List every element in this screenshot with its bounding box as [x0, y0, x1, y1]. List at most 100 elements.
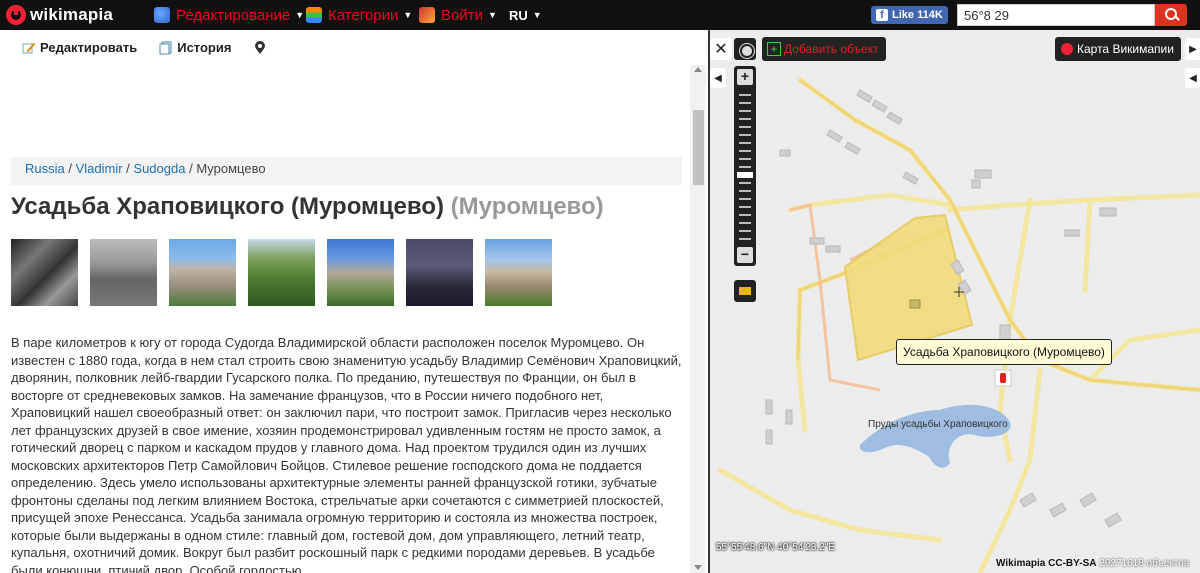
scroll-down-icon[interactable] [694, 565, 702, 570]
zoom-tick[interactable] [739, 198, 751, 200]
add-object-label: Добавить объект [784, 42, 879, 56]
edit-button[interactable]: Редактировать [22, 40, 137, 55]
zoom-tick[interactable] [739, 230, 751, 232]
photo-thumbnail[interactable] [169, 239, 236, 306]
photo-thumbnail[interactable] [406, 239, 473, 306]
map-pin-icon [255, 40, 266, 54]
wikimapia-logo-icon [1061, 43, 1073, 55]
photo-thumbnail[interactable] [90, 239, 157, 306]
zoom-tick[interactable] [739, 94, 751, 96]
pencil-icon [22, 42, 36, 53]
photo-thumbnail[interactable] [248, 239, 315, 306]
language-selector[interactable]: RU ▼ [509, 0, 542, 30]
pond[interactable] [859, 404, 1011, 468]
zoom-tick[interactable] [739, 190, 751, 192]
place-panel: Редактировать История Russia / Vladimir … [0, 30, 708, 573]
zoom-out-button[interactable]: − [737, 247, 753, 263]
zoom-tick[interactable] [739, 150, 751, 152]
language-label: RU [509, 7, 528, 23]
place-alt-title: (Муромцево) [450, 193, 604, 220]
fire-hydrant-icon[interactable] [994, 369, 1012, 387]
search-button[interactable] [1155, 4, 1187, 26]
collapse-right-button[interactable]: ▶ [1185, 38, 1200, 60]
menu-categories[interactable]: Категории ▼ [306, 0, 412, 30]
logo-text: wikimapia [30, 5, 114, 24]
breadcrumb-link-vladimir[interactable]: Vladimir [76, 161, 123, 176]
photo-thumbnail[interactable] [11, 239, 78, 306]
breadcrumb-separator: / [122, 161, 134, 176]
photo-thumbnail[interactable] [327, 239, 394, 306]
zoom-tick[interactable] [739, 214, 751, 216]
place-toolbar: Редактировать История [0, 30, 690, 65]
top-bar: wikimapia Редактирование ▼ Категории ▼ В… [0, 0, 1200, 30]
expand-right-button[interactable]: ◀ [1185, 68, 1200, 88]
photo-thumbnail[interactable] [485, 239, 552, 306]
place-title: Усадьба Храповицкого (Муромцево) [11, 193, 444, 220]
zoom-tick[interactable] [739, 118, 751, 120]
menu-login-label: Войти [441, 6, 483, 24]
zoom-tick[interactable] [739, 166, 751, 168]
page-title: Усадьба Храповицкого (Муромцево) (Муромц… [11, 193, 604, 221]
close-panel-button[interactable]: ✕ [710, 38, 732, 60]
map-settings-button[interactable] [734, 38, 756, 60]
zoom-tick[interactable] [739, 126, 751, 128]
chevron-down-icon: ▼ [487, 10, 497, 20]
search-input[interactable] [957, 4, 1155, 26]
add-object-button[interactable]: + Добавить объект [762, 37, 886, 61]
zoom-in-button[interactable]: + [737, 69, 753, 85]
scroll-up-icon[interactable] [694, 67, 702, 72]
photo-gallery [11, 239, 564, 306]
menu-categories-label: Категории [328, 6, 399, 24]
add-icon: + [767, 42, 781, 56]
menu-edit-label: Редактирование [176, 6, 291, 24]
coordinates-readout: 55°55'48.6"N 40°54'23.2"E [716, 542, 836, 553]
zoom-tick[interactable] [739, 134, 751, 136]
globe-icon [154, 7, 170, 23]
breadcrumb-current: Муромцево [196, 161, 266, 176]
map-canvas[interactable] [710, 30, 1200, 573]
zoom-tick[interactable] [739, 102, 751, 104]
breadcrumb: Russia / Vladimir / Sudogda / Муромцево [11, 157, 682, 185]
map-view[interactable]: ✕ ◀ + Добавить объект Карта Викимапии ▶ … [708, 30, 1200, 573]
place-tooltip: Усадьба Храповицкого (Муромцево) [896, 339, 1112, 365]
map-type-label: Карта Викимапии [1077, 42, 1174, 56]
map-copyright: Wikimapia CC-BY-SA 29271618 объектов [996, 558, 1189, 569]
location-button[interactable] [253, 40, 271, 55]
breadcrumb-separator: / [185, 161, 197, 176]
history-label: История [177, 40, 232, 55]
zoom-tick[interactable] [739, 110, 751, 112]
zoom-tick[interactable] [739, 238, 751, 240]
wikimapia-logo[interactable]: wikimapia [6, 4, 113, 26]
zoom-tick[interactable] [739, 158, 751, 160]
zoom-level-indicator[interactable] [737, 172, 753, 178]
object-count: 29271618 объектов [1099, 558, 1190, 569]
layers-button[interactable] [734, 280, 756, 302]
facebook-like-button[interactable]: f Like 114K [871, 6, 948, 24]
zoom-control[interactable]: + − [734, 66, 756, 266]
chevron-down-icon: ▼ [532, 10, 542, 20]
zoom-tick[interactable] [739, 206, 751, 208]
menu-edit[interactable]: Редактирование ▼ [154, 0, 304, 30]
wikimapia-logo-icon [6, 5, 26, 25]
breadcrumb-link-sudogda[interactable]: Sudogda [133, 161, 185, 176]
scrollbar[interactable] [690, 65, 706, 573]
chevron-down-icon: ▼ [295, 10, 305, 20]
history-button[interactable]: История [159, 40, 231, 55]
edit-label: Редактировать [40, 40, 138, 55]
collapse-left-button[interactable]: ◀ [710, 68, 726, 88]
scrollbar-thumb[interactable] [693, 110, 704, 185]
zoom-tick[interactable] [739, 142, 751, 144]
pond-label[interactable]: Пруды усадьбы Храповицкого [868, 419, 1008, 430]
menu-login[interactable]: Войти ▼ [419, 0, 497, 30]
zoom-tick[interactable] [739, 182, 751, 184]
chevron-down-icon: ▼ [403, 10, 413, 20]
facebook-icon: f [876, 9, 888, 21]
copyright-label: Wikimapia CC-BY-SA [996, 558, 1097, 569]
breadcrumb-link-russia[interactable]: Russia [25, 161, 65, 176]
categories-icon [306, 7, 322, 23]
login-icon [419, 7, 435, 23]
zoom-tick[interactable] [739, 222, 751, 224]
place-description: В паре километров к югу от города Судогд… [11, 335, 682, 573]
map-type-button[interactable]: Карта Викимапии [1055, 37, 1181, 61]
breadcrumb-separator: / [64, 161, 76, 176]
